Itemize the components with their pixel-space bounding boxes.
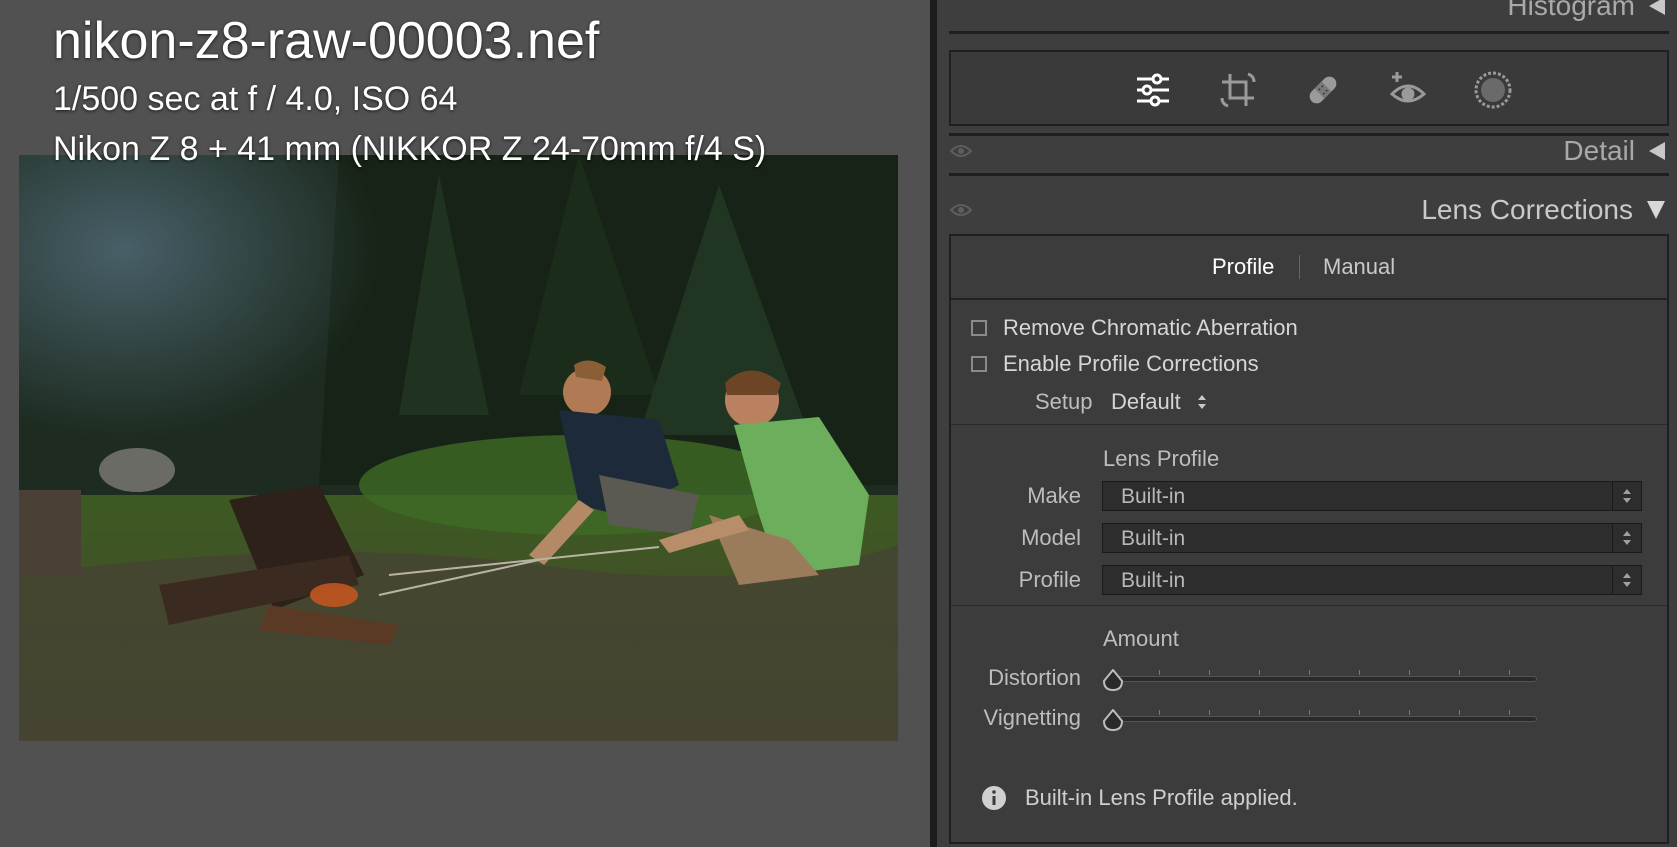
- setup-dropdown[interactable]: Default: [1111, 389, 1181, 415]
- slider-tick: [1309, 710, 1310, 715]
- red-eye-icon[interactable]: [1388, 70, 1428, 110]
- info-icon: [982, 786, 1006, 810]
- section-divider: [951, 605, 1667, 606]
- profile-value: Built-in: [1121, 569, 1186, 592]
- enable-profile-corrections-label: Enable Profile Corrections: [1003, 351, 1259, 376]
- enable-profile-corrections-row[interactable]: Enable Profile Corrections: [971, 351, 1259, 377]
- remove-chromatic-aberration-row[interactable]: Remove Chromatic Aberration: [971, 315, 1298, 341]
- mask-icon[interactable]: [1473, 70, 1513, 110]
- tab-profile[interactable]: Profile: [1212, 254, 1274, 280]
- section-divider: [949, 31, 1669, 34]
- distortion-label: Distortion: [988, 665, 1081, 690]
- crop-icon[interactable]: [1218, 70, 1258, 110]
- histogram-title: Histogram: [1507, 0, 1635, 21]
- detail-title: Detail: [1563, 135, 1635, 166]
- develop-panel: Histogram Detail Lens Corrections Profil…: [937, 0, 1677, 847]
- slider-tick: [1259, 670, 1260, 675]
- lens-tabs: Profile Manual: [951, 236, 1667, 300]
- section-divider: [949, 173, 1669, 176]
- collapse-triangle-icon: [1649, 142, 1665, 160]
- slider-tick: [1409, 710, 1410, 715]
- slider-tick: [1159, 710, 1160, 715]
- slider-tick: [1159, 670, 1160, 675]
- tab-manual[interactable]: Manual: [1323, 254, 1395, 280]
- photo-preview[interactable]: [19, 155, 898, 741]
- make-select[interactable]: Built-in: [1102, 481, 1642, 511]
- tab-separator: [1299, 255, 1300, 279]
- updown-arrow-icon[interactable]: [1197, 392, 1207, 412]
- slider-tick: [1209, 670, 1210, 675]
- collapse-triangle-icon: [1649, 0, 1665, 15]
- updown-arrow-icon: [1612, 524, 1631, 552]
- slider-tick: [1209, 710, 1210, 715]
- camera-info: Nikon Z 8 + 41 mm (NIKKOR Z 24-70mm f/4 …: [53, 130, 767, 168]
- slider-tick: [1359, 710, 1360, 715]
- healing-icon[interactable]: [1303, 70, 1343, 110]
- vignetting-label: Vignetting: [983, 705, 1081, 730]
- lens-corrections-header[interactable]: Lens Corrections: [937, 190, 1677, 230]
- setup-label: Setup: [1035, 389, 1093, 414]
- model-label: Model: [1021, 525, 1081, 550]
- remove-chromatic-aberration-label: Remove Chromatic Aberration: [1003, 315, 1298, 340]
- slider-tick: [1309, 670, 1310, 675]
- file-name: nikon-z8-raw-00003.nef: [53, 12, 600, 70]
- slider-tick: [1509, 670, 1510, 675]
- updown-arrow-icon: [1612, 566, 1631, 594]
- vignetting-slider[interactable]: [1109, 716, 1537, 722]
- updown-arrow-icon: [1612, 482, 1631, 510]
- lens-corrections-title: Lens Corrections: [1421, 194, 1633, 225]
- make-value: Built-in: [1121, 485, 1186, 508]
- eye-icon[interactable]: [950, 202, 972, 218]
- slider-tick: [1459, 670, 1460, 675]
- vignetting-slider-thumb[interactable]: [1102, 709, 1124, 731]
- lens-corrections-panel: Profile Manual Remove Chromatic Aberrati…: [949, 234, 1669, 844]
- distortion-slider[interactable]: [1109, 676, 1537, 682]
- sliders-icon[interactable]: [1133, 70, 1173, 110]
- tool-strip: [949, 50, 1669, 126]
- distortion-slider-thumb[interactable]: [1102, 669, 1124, 691]
- slider-tick: [1409, 670, 1410, 675]
- campfire-photo: [19, 155, 898, 741]
- eye-icon[interactable]: [950, 143, 972, 159]
- model-select[interactable]: Built-in: [1102, 523, 1642, 553]
- photo-info-overlay: nikon-z8-raw-00003.nef 1/500 sec at f / …: [53, 10, 766, 172]
- slider-tick: [1259, 710, 1260, 715]
- info-message: Built-in Lens Profile applied.: [1025, 785, 1298, 810]
- make-label: Make: [1027, 483, 1081, 508]
- slider-tick: [1359, 670, 1360, 675]
- profile-select[interactable]: Built-in: [1102, 565, 1642, 595]
- slider-tick: [1459, 710, 1460, 715]
- section-divider: [951, 424, 1667, 425]
- amount-heading: Amount: [1103, 626, 1179, 651]
- panel-divider[interactable]: [930, 0, 937, 847]
- remove-chromatic-aberration-checkbox[interactable]: [971, 320, 987, 336]
- enable-profile-corrections-checkbox[interactable]: [971, 356, 987, 372]
- profile-label: Profile: [1018, 567, 1081, 592]
- histogram-header[interactable]: Histogram: [937, 0, 1677, 26]
- slider-tick: [1509, 710, 1510, 715]
- image-viewer: nikon-z8-raw-00003.nef 1/500 sec at f / …: [0, 0, 930, 847]
- lens-profile-heading: Lens Profile: [1103, 446, 1220, 471]
- model-value: Built-in: [1121, 527, 1186, 550]
- exposure-info: 1/500 sec at f / 4.0, ISO 64: [53, 80, 458, 118]
- detail-header[interactable]: Detail: [937, 131, 1677, 171]
- expand-triangle-icon: [1647, 201, 1665, 219]
